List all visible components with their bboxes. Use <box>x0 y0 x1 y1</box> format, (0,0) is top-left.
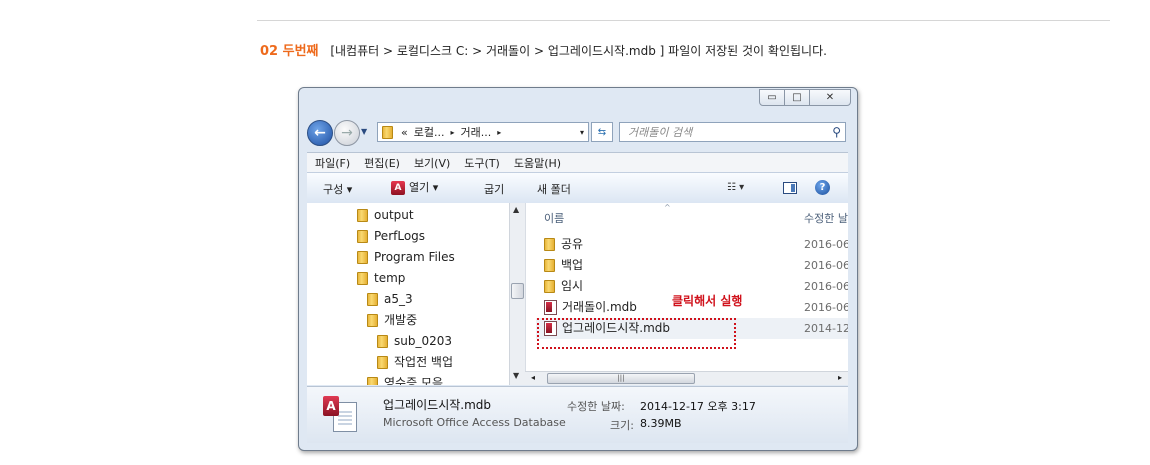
open-button-label: 열기 ▾ <box>409 181 439 194</box>
folder-icon <box>357 251 368 264</box>
folder-icon <box>357 209 368 222</box>
burn-button[interactable]: 굽기 <box>484 181 504 197</box>
list-scroll-thumb[interactable]: ||| <box>547 373 695 384</box>
navigation-tree: output PerfLogs Program Files temp a5_3 … <box>307 203 525 385</box>
list-item-date: 2014-12 <box>804 322 848 335</box>
list-item[interactable]: 공유 <box>544 234 583 255</box>
step-label: 02 두번째 <box>260 44 319 59</box>
search-placeholder: 거래돌이 검색 <box>628 126 693 139</box>
folder-icon <box>382 125 393 139</box>
details-pane: A 업그레이드시작.mdb Microsoft Office Access Da… <box>307 386 848 443</box>
maximize-button[interactable]: □ <box>784 89 810 106</box>
preview-pane-icon[interactable] <box>783 182 797 194</box>
organize-button[interactable]: 구성 ▾ <box>323 181 352 197</box>
minimize-button[interactable]: ▭ <box>759 89 785 106</box>
access-file-icon <box>544 300 557 315</box>
folder-icon <box>367 293 378 306</box>
access-app-icon: A <box>391 181 405 195</box>
scroll-down-icon[interactable]: ▼ <box>513 371 519 380</box>
view-options-icon[interactable]: ☷ ▾ <box>727 182 744 193</box>
back-button[interactable]: ← <box>307 120 333 146</box>
menu-file[interactable]: 파일(F) <box>315 155 350 171</box>
command-bar: 구성 ▾ A 열기 ▾ 굽기 새 폴더 ☷ ▾ ? <box>307 172 848 204</box>
step-heading: 02 두번째 [내컴퓨터 > 로컬디스크 C: > 거래돌이 > 업그레이드시작… <box>260 40 827 59</box>
folder-icon <box>544 259 555 272</box>
folder-icon <box>367 314 378 327</box>
folder-icon <box>377 335 388 348</box>
explorer-window: ▭ □ ✕ ← → ▼ « 로컬... ▸ 거래... ▸ ▾ ⇆ 거래돌이 검… <box>298 87 858 451</box>
address-segment-folder[interactable]: 거래... <box>460 124 491 140</box>
tree-item-sub-0203[interactable]: sub_0203 <box>377 331 452 351</box>
list-item[interactable]: 임시 <box>544 276 583 297</box>
step-description: [내컴퓨터 > 로컬디스크 C: > 거래돌이 > 업그레이드시작.mdb ] … <box>330 44 827 58</box>
highlight-box <box>537 318 736 349</box>
list-item-date: 2016-06 <box>804 301 848 314</box>
search-icon[interactable]: ⚲ <box>832 125 841 139</box>
list-scrollbar[interactable]: ◂ ||| ▸ <box>525 371 848 385</box>
column-header-name[interactable]: 이름 <box>544 210 564 226</box>
tree-scroll-thumb[interactable] <box>511 283 524 299</box>
tree-item-perflogs[interactable]: PerfLogs <box>357 226 425 246</box>
details-modified-value: 2014-12-17 오후 3:17 <box>640 400 756 413</box>
list-item-date: 2016-06 <box>804 280 848 293</box>
folder-icon <box>367 377 378 385</box>
scroll-up-icon[interactable]: ▲ <box>513 205 519 214</box>
folder-icon <box>357 230 368 243</box>
refresh-button[interactable]: ⇆ <box>591 122 613 142</box>
folder-icon <box>357 272 368 285</box>
help-icon[interactable]: ? <box>815 180 830 195</box>
menu-bar: 파일(F) 편집(E) 보기(V) 도구(T) 도움말(H) <box>307 152 848 173</box>
menu-help[interactable]: 도움말(H) <box>514 155 561 171</box>
menu-edit[interactable]: 편집(E) <box>364 155 400 171</box>
details-file-name: 업그레이드시작.mdb <box>383 398 492 412</box>
list-item-date: 2016-06 <box>804 238 848 251</box>
folder-icon <box>544 280 555 293</box>
folder-icon <box>544 238 555 251</box>
refresh-icon: ⇆ <box>597 126 607 138</box>
list-item[interactable]: 거래돌이.mdb <box>544 297 637 318</box>
address-row: ← → ▼ « 로컬... ▸ 거래... ▸ ▾ ⇆ 거래돌이 검색 ⚲ <box>307 120 847 146</box>
details-file-type: Microsoft Office Access Database <box>383 416 566 429</box>
tree-item-dev[interactable]: 개발중 <box>367 310 417 330</box>
tree-item-program-files[interactable]: Program Files <box>357 247 455 267</box>
list-item[interactable]: 백업 <box>544 255 583 276</box>
tree-item-output[interactable]: output <box>357 205 414 225</box>
window-caption-buttons: ▭ □ ✕ <box>759 89 851 106</box>
menu-tools[interactable]: 도구(T) <box>464 155 500 171</box>
folder-icon <box>377 356 388 369</box>
tree-item-temp[interactable]: temp <box>357 268 405 288</box>
sort-caret-icon: ^ <box>664 203 671 212</box>
open-button[interactable]: A 열기 ▾ <box>391 179 438 195</box>
search-input[interactable]: 거래돌이 검색 ⚲ <box>619 122 846 142</box>
menu-view[interactable]: 보기(V) <box>414 155 450 171</box>
tree-item-a5-3[interactable]: a5_3 <box>367 289 413 309</box>
address-separator-icon[interactable]: ▸ <box>497 128 501 137</box>
annotation-label: 클릭해서 실행 <box>672 294 743 308</box>
forward-arrow-icon: → <box>341 125 353 141</box>
details-size-value: 8.39MB <box>640 417 682 430</box>
tree-item-receipts[interactable]: 영수증 모음 <box>367 373 443 385</box>
forward-button[interactable]: → <box>334 120 360 146</box>
top-divider <box>257 20 1110 21</box>
details-size-label: 크기: <box>610 419 634 432</box>
column-header-date[interactable]: 수정한 날 <box>804 210 848 226</box>
address-dropdown-icon[interactable]: ▾ <box>580 128 584 137</box>
list-item-date: 2016-06 <box>804 259 848 272</box>
address-segment-local-disk[interactable]: 로컬... <box>414 124 445 140</box>
address-separator-icon[interactable]: ▸ <box>450 128 454 137</box>
close-button[interactable]: ✕ <box>809 89 851 106</box>
address-overflow[interactable]: « <box>401 126 408 139</box>
scroll-left-icon[interactable]: ◂ <box>531 373 535 382</box>
history-dropdown-icon[interactable]: ▼ <box>361 127 371 137</box>
tree-scrollbar[interactable]: ▲ ▼ <box>509 203 525 385</box>
back-arrow-icon: ← <box>314 125 326 141</box>
address-bar[interactable]: « 로컬... ▸ 거래... ▸ ▾ <box>377 122 589 142</box>
access-database-icon: A <box>323 396 359 434</box>
scroll-right-icon[interactable]: ▸ <box>838 373 842 382</box>
new-folder-button[interactable]: 새 폴더 <box>537 181 571 197</box>
details-modified-label: 수정한 날짜: <box>567 400 625 413</box>
tree-item-pre-backup[interactable]: 작업전 백업 <box>377 352 453 372</box>
